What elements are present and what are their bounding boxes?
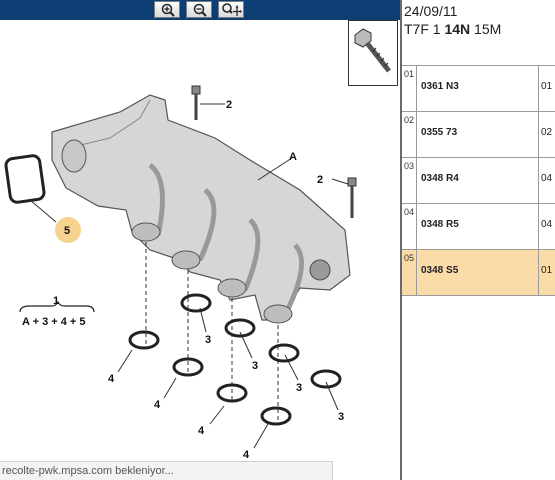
o-ring-part-3[interactable] (180, 293, 212, 313)
part-quantity: 04 (541, 173, 553, 184)
catalog-code-prefix: T7F 1 (404, 21, 445, 37)
o-ring-part-3[interactable] (310, 369, 342, 389)
table-row[interactable]: 04 0348 R5 04 (402, 203, 555, 250)
cell-divider (416, 158, 417, 203)
callout-3[interactable]: 3 (205, 334, 211, 346)
bolt-part-2-top[interactable] (191, 85, 201, 120)
callout-4[interactable]: 4 (243, 449, 250, 460)
cell-divider (538, 158, 539, 203)
table-row-selected[interactable]: 05 0348 S5 01 (402, 249, 555, 296)
cell-divider (538, 112, 539, 157)
magnifier-plus-icon (161, 3, 175, 17)
magnifier-move-icon (222, 3, 242, 16)
intake-manifold-part-a[interactable] (51, 94, 351, 324)
part-quantity: 01 (541, 265, 553, 276)
bolt-part-2-right[interactable] (347, 177, 357, 218)
table-row[interactable]: 01 0361 N3 01 (402, 65, 555, 112)
o-ring-part-3[interactable] (268, 343, 300, 363)
catalog-code-bold: 14N (444, 21, 471, 37)
callout-3[interactable]: 3 (338, 411, 344, 423)
o-ring-part-4[interactable] (260, 406, 292, 426)
callout-4[interactable]: 4 (108, 373, 115, 385)
table-row[interactable]: 03 0348 R4 04 (402, 157, 555, 204)
viewer-toolbar (0, 0, 400, 20)
browser-status-bar: recolte-pwk.mpsa.com bekleniyor... (0, 461, 333, 480)
o-ring-part-3[interactable] (224, 318, 256, 338)
part-reference[interactable]: 0348 R5 (421, 219, 459, 230)
catalog-code-suffix: 15M (470, 21, 502, 37)
cell-divider (416, 250, 417, 295)
bolt-thumbnail[interactable] (348, 20, 398, 86)
catalog-code: T7F 1 14N 15M (404, 21, 501, 37)
bolt-image (354, 28, 391, 73)
part-reference[interactable]: 0355 73 (421, 127, 457, 138)
row-index: 05 (404, 253, 415, 263)
zoom-move-button[interactable] (218, 1, 244, 18)
cell-divider (538, 66, 539, 111)
row-index: 04 (404, 207, 415, 217)
zoom-out-button[interactable] (186, 1, 212, 18)
part-quantity: 01 (541, 81, 553, 92)
callout-3[interactable]: 3 (296, 382, 302, 394)
callout-3[interactable]: 3 (252, 360, 258, 372)
gasket-part-5[interactable] (4, 154, 46, 204)
zoom-in-button[interactable] (154, 1, 180, 18)
part-reference[interactable]: 0361 N3 (421, 81, 459, 92)
callout-formula: A + 3 + 4 + 5 (22, 316, 86, 328)
magnifier-minus-icon (193, 3, 207, 17)
callout-2-right[interactable]: 2 (317, 174, 323, 186)
part-quantity: 02 (541, 127, 553, 138)
callout-1[interactable]: 1 (53, 295, 59, 307)
callout-2-top[interactable]: 2 (226, 99, 232, 111)
cell-divider (416, 66, 417, 111)
cell-divider (538, 250, 539, 295)
cell-divider (416, 204, 417, 249)
callout-4[interactable]: 4 (198, 425, 205, 437)
intake-manifold-diagram: 2 A 2 5 1 A + 3 + 4 + 5 3 3 3 3 4 4 4 4 (4, 85, 357, 460)
part-reference[interactable]: 0348 R4 (421, 173, 459, 184)
diagram-panel: 2 A 2 5 1 A + 3 + 4 + 5 3 3 3 3 4 4 4 4 … (0, 0, 400, 480)
o-ring-part-4[interactable] (128, 330, 160, 350)
table-row[interactable]: 02 0355 73 02 (402, 111, 555, 158)
row-index: 01 (404, 69, 415, 79)
parts-panel: 24/09/11 T7F 1 14N 15M 01 0361 N3 01 02 … (402, 0, 555, 480)
parts-table: 01 0361 N3 01 02 0355 73 02 03 0348 R4 0… (402, 65, 555, 296)
row-index: 02 (404, 115, 415, 125)
part-quantity: 04 (541, 219, 553, 230)
cell-divider (538, 204, 539, 249)
callout-4[interactable]: 4 (154, 399, 161, 411)
row-index: 03 (404, 161, 415, 171)
catalog-date: 24/09/11 (404, 3, 458, 19)
callout-5[interactable]: 5 (64, 225, 70, 237)
cell-divider (416, 112, 417, 157)
part-reference[interactable]: 0348 S5 (421, 265, 458, 276)
callout-a[interactable]: A (289, 151, 297, 163)
